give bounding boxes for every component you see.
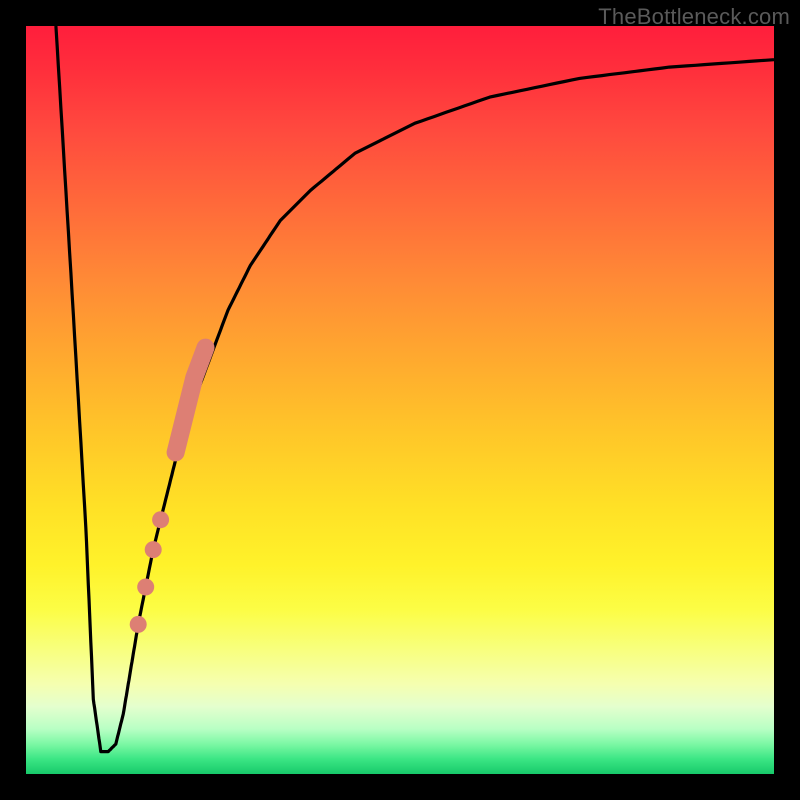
watermark-text: TheBottleneck.com [598, 4, 790, 30]
highlight-dot [137, 579, 154, 596]
plot-area [26, 26, 774, 774]
bottleneck-curve [56, 26, 774, 752]
highlight-dot [152, 511, 169, 528]
chart-frame: TheBottleneck.com [0, 0, 800, 800]
chart-svg [26, 26, 774, 774]
highlight-segment [176, 348, 206, 453]
highlight-dot [145, 541, 162, 558]
highlight-dot [130, 616, 147, 633]
